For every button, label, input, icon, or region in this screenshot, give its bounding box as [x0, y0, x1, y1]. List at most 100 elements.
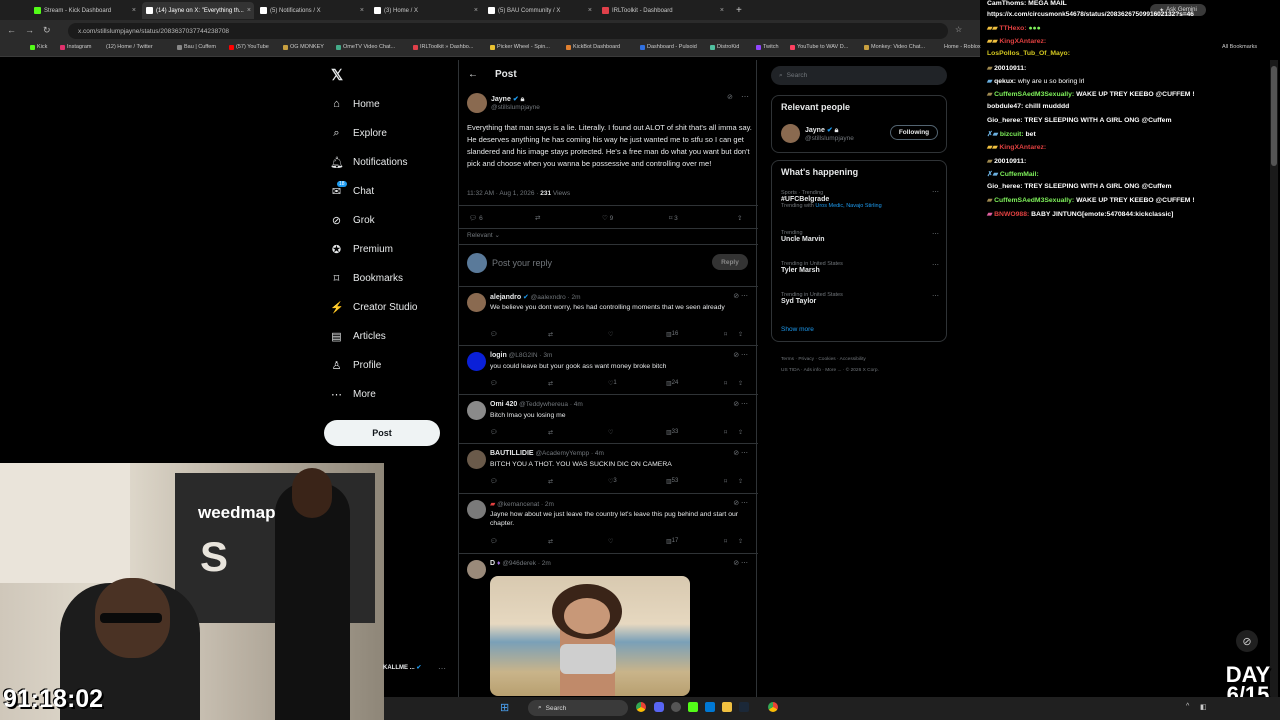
like-icon[interactable]: ♡ 3	[608, 478, 617, 485]
browser-tab[interactable]: (3) Home / X ×	[370, 2, 482, 19]
nav-profile[interactable]: ♙ Profile	[330, 359, 382, 372]
reply-icon[interactable]: 💬︎	[490, 478, 498, 485]
author-name[interactable]: Jayne ✔ 🔒︎	[491, 95, 524, 104]
close-icon[interactable]: ×	[474, 7, 478, 14]
trend-item[interactable]: Trending in United States Tyler Marsh	[781, 261, 843, 274]
address-bar[interactable]: x.com/stillslumpjayne/status/20836370377…	[68, 23, 948, 39]
more-icon[interactable]: ⊘ ⋯	[733, 499, 748, 507]
more-icon[interactable]: ⋯	[932, 230, 939, 238]
taskbar-search[interactable]: ⌕ Search	[528, 700, 628, 716]
reply-icon[interactable]: 💬︎	[490, 429, 498, 436]
footer-link[interactable]: Ads info	[804, 368, 821, 373]
discord-icon[interactable]	[654, 702, 664, 712]
bookmark-item[interactable]: (57) YouTube	[229, 44, 269, 50]
person-name[interactable]: Jayne ✔ 🔒︎	[805, 126, 838, 135]
browser-tab-active[interactable]: (14) Jayne on X: "Everything th... ×	[142, 2, 254, 19]
footer-link[interactable]: Privacy	[798, 357, 814, 362]
nav-home[interactable]: ⌂ Home	[330, 98, 380, 110]
relevant-sort[interactable]: Relevant ⌄	[467, 231, 500, 239]
footer-link[interactable]: Terms	[781, 357, 794, 362]
close-icon[interactable]: ×	[132, 7, 136, 14]
nav-notifications[interactable]: 🔔︎ Notifications	[330, 156, 407, 169]
more-icon[interactable]: ⋯	[741, 92, 749, 101]
folder-icon[interactable]	[722, 702, 732, 712]
nav-chat[interactable]: ✉ 18 Chat	[330, 181, 374, 198]
bookmark-item[interactable]: Home - Roblox	[944, 44, 981, 50]
repost-icon[interactable]: ⇄	[548, 538, 553, 545]
search-input[interactable]: ⌕ Search	[771, 66, 947, 85]
reply-icon[interactable]: 💬︎	[490, 380, 498, 387]
nav-more[interactable]: ⋯ More	[330, 388, 376, 401]
show-more-link[interactable]: Show more	[781, 326, 814, 333]
browser-tab[interactable]: (5) BAU Community / X ×	[484, 2, 596, 19]
reply-row[interactable]: ▰ @kemancenat · 2m ⊘ ⋯ Jayne how about w…	[459, 494, 758, 552]
bookmark-item[interactable]: IRLToolkit » Dashbo...	[413, 44, 473, 50]
more-icon[interactable]: ⊘ ⋯	[733, 559, 748, 567]
avatar[interactable]	[467, 450, 486, 469]
like-icon[interactable]: ♡	[608, 429, 613, 436]
bookmark-item[interactable]: DistroKid	[710, 44, 739, 50]
avatar[interactable]	[467, 560, 486, 579]
avatar[interactable]	[467, 293, 486, 312]
star-icon[interactable]: ☆	[955, 25, 962, 34]
bookmark-item[interactable]: OG MONKEY	[283, 44, 324, 50]
bookmark-item[interactable]: KickBot Dashboard	[566, 44, 620, 50]
bookmark-item[interactable]: Dashboard - Pulsoid	[640, 44, 697, 50]
more-icon[interactable]: ⊘ ⋯	[733, 292, 748, 300]
repost-icon[interactable]: ⇄	[548, 478, 553, 485]
nav-grok[interactable]: ⊘ Grok	[330, 214, 375, 227]
more-icon[interactable]: ⊘ ⋯	[733, 351, 748, 359]
footer-link[interactable]: Accessibility	[840, 357, 866, 362]
nav-creator-studio[interactable]: ⚡ Creator Studio	[330, 301, 417, 314]
bookmark-icon[interactable]: ⌑	[724, 331, 727, 338]
avatar[interactable]	[467, 500, 486, 519]
x-logo-icon[interactable]: 𝕏	[331, 66, 343, 84]
share-icon[interactable]: ⇪	[738, 331, 743, 338]
chrome-icon[interactable]	[636, 702, 646, 712]
like-icon[interactable]: ♡	[608, 538, 613, 545]
windows-start-icon[interactable]: ⊞	[500, 701, 509, 714]
bookmark-icon[interactable]: ⌑	[724, 538, 727, 545]
more-icon[interactable]: ⋯	[932, 292, 939, 300]
views-icon[interactable]: ▥ 53	[666, 478, 678, 485]
bookmark-item[interactable]: Bau | Cuffem	[177, 44, 216, 50]
bookmark-icon[interactable]: ⌑	[724, 429, 727, 436]
reply-row[interactable]: BAUTILLIDIE @AcademyYempp · 4m ⊘ ⋯ BITCH…	[459, 444, 758, 493]
nav-bookmarks[interactable]: ⌑ Bookmarks	[330, 272, 403, 285]
nav-explore[interactable]: ⌕ Explore	[330, 127, 387, 140]
forward-icon[interactable]: →	[25, 25, 34, 35]
reload-icon[interactable]: ↻	[43, 25, 51, 36]
bookmark-item[interactable]: Picker Wheel - Spin...	[490, 44, 550, 50]
share-icon[interactable]: ⇪	[737, 214, 742, 222]
grok-icon[interactable]: ⊘	[727, 93, 733, 101]
reply-row[interactable]: alejandro ✔ @aalexndro · 2m ⊘ ⋯ We belie…	[459, 287, 758, 345]
views-icon[interactable]: ▥ 16	[666, 331, 678, 338]
share-icon[interactable]: ⇪	[738, 380, 743, 387]
reply-row[interactable]: Omi 420 @Teddywhereua · 4m ⊘ ⋯ Bitch lma…	[459, 395, 758, 443]
repost-icon[interactable]: ⇄	[548, 429, 553, 436]
kick-icon[interactable]	[688, 702, 698, 712]
close-icon[interactable]: ×	[360, 7, 364, 14]
bookmark-item[interactable]: Kick	[30, 44, 47, 50]
reply-button[interactable]: Reply	[712, 254, 748, 270]
person-handle[interactable]: @stillslumpjayne	[805, 135, 854, 142]
store-icon[interactable]	[705, 702, 715, 712]
bookmark-item[interactable]: Monkey: Video Chat...	[864, 44, 925, 50]
avatar[interactable]	[467, 401, 486, 420]
avatar[interactable]	[467, 93, 487, 113]
nav-articles[interactable]: ▤ Articles	[330, 330, 386, 343]
close-icon[interactable]: ×	[720, 7, 724, 14]
network-icon[interactable]: ◧	[1200, 703, 1207, 711]
more-icon[interactable]: ⋯	[932, 188, 939, 196]
reply-row[interactable]: login @L8G2IN · 3m ⊘ ⋯ you could leave b…	[459, 346, 758, 394]
reply-icon[interactable]: 💬︎	[490, 538, 498, 545]
reply-icon[interactable]: 💬︎ 6	[469, 214, 483, 222]
reply-row[interactable]: D ♦ @946derek · 2m ⊘ ⋯	[459, 554, 758, 720]
share-icon[interactable]: ⇪	[738, 538, 743, 545]
bookmark-item[interactable]: (12) Home / Twitter	[106, 44, 153, 50]
views-icon[interactable]: ▥ 17	[666, 538, 678, 545]
bookmark-item[interactable]: OmeTV Video Chat...	[336, 44, 395, 50]
chrome-icon[interactable]	[768, 702, 778, 712]
share-icon[interactable]: ⇪	[738, 478, 743, 485]
views-icon[interactable]: ▥ 33	[666, 429, 678, 436]
